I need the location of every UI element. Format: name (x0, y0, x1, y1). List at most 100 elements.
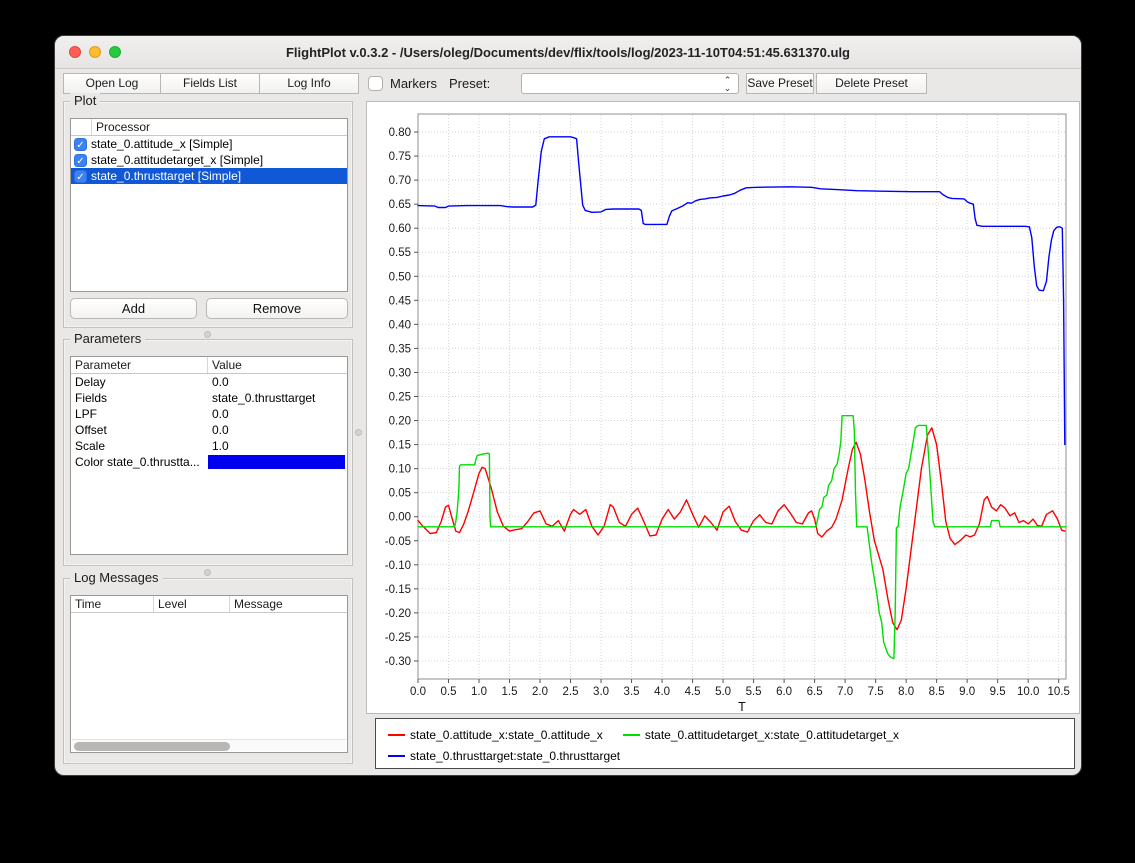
x-tick-label: 7.0 (837, 686, 853, 698)
parameter-name-cell: Delay (71, 374, 208, 390)
parameter-value-cell[interactable]: 0.0 (208, 422, 347, 438)
legend-line-icon (623, 734, 640, 736)
plot-list-item[interactable]: ✓ state_0.attitudetarget_x [Simple] (71, 152, 347, 168)
x-tick-label: 9.0 (959, 686, 975, 698)
log-info-button[interactable]: Log Info (259, 73, 359, 94)
legend-item[interactable]: state_0.attitude_x:state_0.attitude_x (388, 728, 603, 742)
close-window-button[interactable] (69, 46, 81, 58)
title-bar: FlightPlot v.0.3.2 - /Users/oleg/Documen… (55, 36, 1081, 69)
fields-list-button[interactable]: Fields List (160, 73, 260, 94)
y-tick-label: 0.25 (389, 392, 411, 404)
parameter-row[interactable]: Delay0.0 (71, 374, 347, 390)
x-tick-label: 5.5 (746, 686, 762, 698)
checked-checkbox-icon[interactable]: ✓ (74, 154, 87, 167)
vertical-splitter-handle[interactable] (355, 429, 362, 436)
scrollbar-thumb[interactable] (74, 742, 230, 751)
checked-checkbox-icon[interactable]: ✓ (74, 138, 87, 151)
legend-line-icon (388, 755, 405, 757)
checked-checkbox-icon[interactable]: ✓ (74, 170, 87, 183)
legend-item[interactable]: state_0.attitudetarget_x:state_0.attitud… (623, 728, 899, 742)
legend-label: state_0.attitude_x:state_0.attitude_x (410, 728, 603, 742)
parameter-name-cell: Scale (71, 438, 208, 454)
y-tick-label: 0.00 (389, 512, 411, 524)
window-title: FlightPlot v.0.3.2 - /Users/oleg/Documen… (286, 45, 850, 60)
preset-label: Preset: (449, 76, 490, 91)
parameters-group-title: Parameters (70, 331, 145, 346)
y-tick-label: 0.10 (389, 464, 411, 476)
log-messages-group: Log Messages Time Level Message (63, 578, 353, 764)
legend-item[interactable]: state_0.thrusttarget:state_0.thrusttarge… (388, 749, 620, 763)
log-messages-table-header: Time Level Message (71, 596, 347, 613)
parameter-column-header: Parameter (71, 357, 208, 373)
legend-line-icon (388, 734, 405, 736)
plot-item-label: state_0.thrusttarget [Simple] (91, 169, 241, 183)
y-tick-label: 0.50 (389, 271, 411, 283)
x-tick-label: 8.5 (929, 686, 945, 698)
flight-chart[interactable]: 0.800.750.700.650.600.550.500.450.400.35… (367, 102, 1079, 713)
legend-label: state_0.thrusttarget:state_0.thrusttarge… (410, 749, 620, 763)
splitter-handle[interactable] (204, 331, 211, 338)
parameters-group: Parameters Parameter Value Delay0.0Field… (63, 339, 353, 566)
open-log-button[interactable]: Open Log (63, 73, 161, 94)
parameter-value-cell[interactable]: 1.0 (208, 438, 347, 454)
y-tick-label: 0.20 (389, 416, 411, 428)
screen-background: FlightPlot v.0.3.2 - /Users/oleg/Documen… (0, 0, 1135, 863)
flight-chart-panel[interactable]: 0.800.750.700.650.600.550.500.450.400.35… (366, 101, 1080, 714)
y-tick-label: -0.25 (385, 632, 411, 644)
parameter-name-cell: Offset (71, 422, 208, 438)
parameter-name-cell: LPF (71, 406, 208, 422)
parameter-color-row[interactable]: Color state_0.thrustta... (71, 454, 347, 470)
checkbox-column-header (71, 119, 92, 135)
log-messages-group-title: Log Messages (70, 570, 163, 585)
combobox-stepper-icon[interactable]: ⌃⌄ (720, 76, 735, 92)
x-tick-label: 0.0 (410, 686, 426, 698)
splitter-handle[interactable] (204, 569, 211, 576)
plot-list-item[interactable]: ✓state_0.attitude_x [Simple] (71, 136, 347, 152)
legend-row: state_0.attitude_x:state_0.attitude_x sta… (388, 724, 1074, 745)
x-tick-label: 5.0 (715, 686, 731, 698)
preset-combobox[interactable]: ⌃⌄ (521, 73, 739, 94)
x-tick-label: 3.5 (624, 686, 640, 698)
parameter-row[interactable]: Scale1.0 (71, 438, 347, 454)
add-button[interactable]: Add (70, 298, 197, 319)
window-controls (69, 46, 121, 58)
parameter-row[interactable]: LPF0.0 (71, 406, 347, 422)
markers-label: Markers (390, 76, 437, 91)
save-preset-button[interactable]: Save Preset (746, 73, 814, 94)
x-tick-label: 2.0 (532, 686, 548, 698)
parameter-value-cell[interactable]: 0.0 (208, 374, 347, 390)
y-tick-label: 0.75 (389, 151, 411, 163)
horizontal-scrollbar[interactable] (72, 739, 346, 751)
y-tick-label: 0.30 (389, 367, 411, 379)
parameter-row[interactable]: Offset0.0 (71, 422, 347, 438)
markers-checkbox[interactable] (368, 76, 383, 91)
minimize-window-button[interactable] (89, 46, 101, 58)
x-tick-label: 10.5 (1047, 686, 1069, 698)
x-tick-label: 8.0 (898, 686, 914, 698)
parameter-value-cell[interactable]: 0.0 (208, 406, 347, 422)
plot-list-item[interactable]: ✓ state_0.thrusttarget [Simple] (71, 168, 347, 184)
processor-list-header: Processor (71, 119, 347, 136)
x-tick-label: 4.5 (685, 686, 701, 698)
log-messages-table[interactable]: Time Level Message (70, 595, 348, 753)
x-tick-label: 7.5 (868, 686, 884, 698)
x-tick-label: 1.5 (502, 686, 518, 698)
parameters-table[interactable]: Parameter Value Delay0.0Fieldsstate_0.th… (70, 356, 348, 555)
plot-item-label: state_0.attitudetarget_x [Simple] (91, 153, 263, 167)
color-swatch[interactable] (208, 455, 345, 469)
legend-label: state_0.attitudetarget_x:state_0.attitud… (645, 728, 899, 742)
y-tick-label: 0.55 (389, 247, 411, 259)
remove-button[interactable]: Remove (206, 298, 348, 319)
y-tick-label: -0.10 (385, 560, 411, 572)
parameters-table-header: Parameter Value (71, 357, 347, 374)
y-tick-label: 0.60 (389, 223, 411, 235)
parameter-row[interactable]: Fieldsstate_0.thrusttarget (71, 390, 347, 406)
toolbar: Open Log Fields List Log Info Markers Pr… (55, 70, 1081, 96)
flightplot-window: FlightPlot v.0.3.2 - /Users/oleg/Documen… (54, 35, 1082, 776)
x-axis-label: T (738, 700, 746, 713)
zoom-window-button[interactable] (109, 46, 121, 58)
plot-group-title: Plot (70, 93, 100, 108)
parameter-value-cell[interactable]: state_0.thrusttarget (208, 390, 347, 406)
processor-list[interactable]: Processor ✓state_0.attitude_x [Simple]✓s… (70, 118, 348, 292)
delete-preset-button[interactable]: Delete Preset (816, 73, 927, 94)
